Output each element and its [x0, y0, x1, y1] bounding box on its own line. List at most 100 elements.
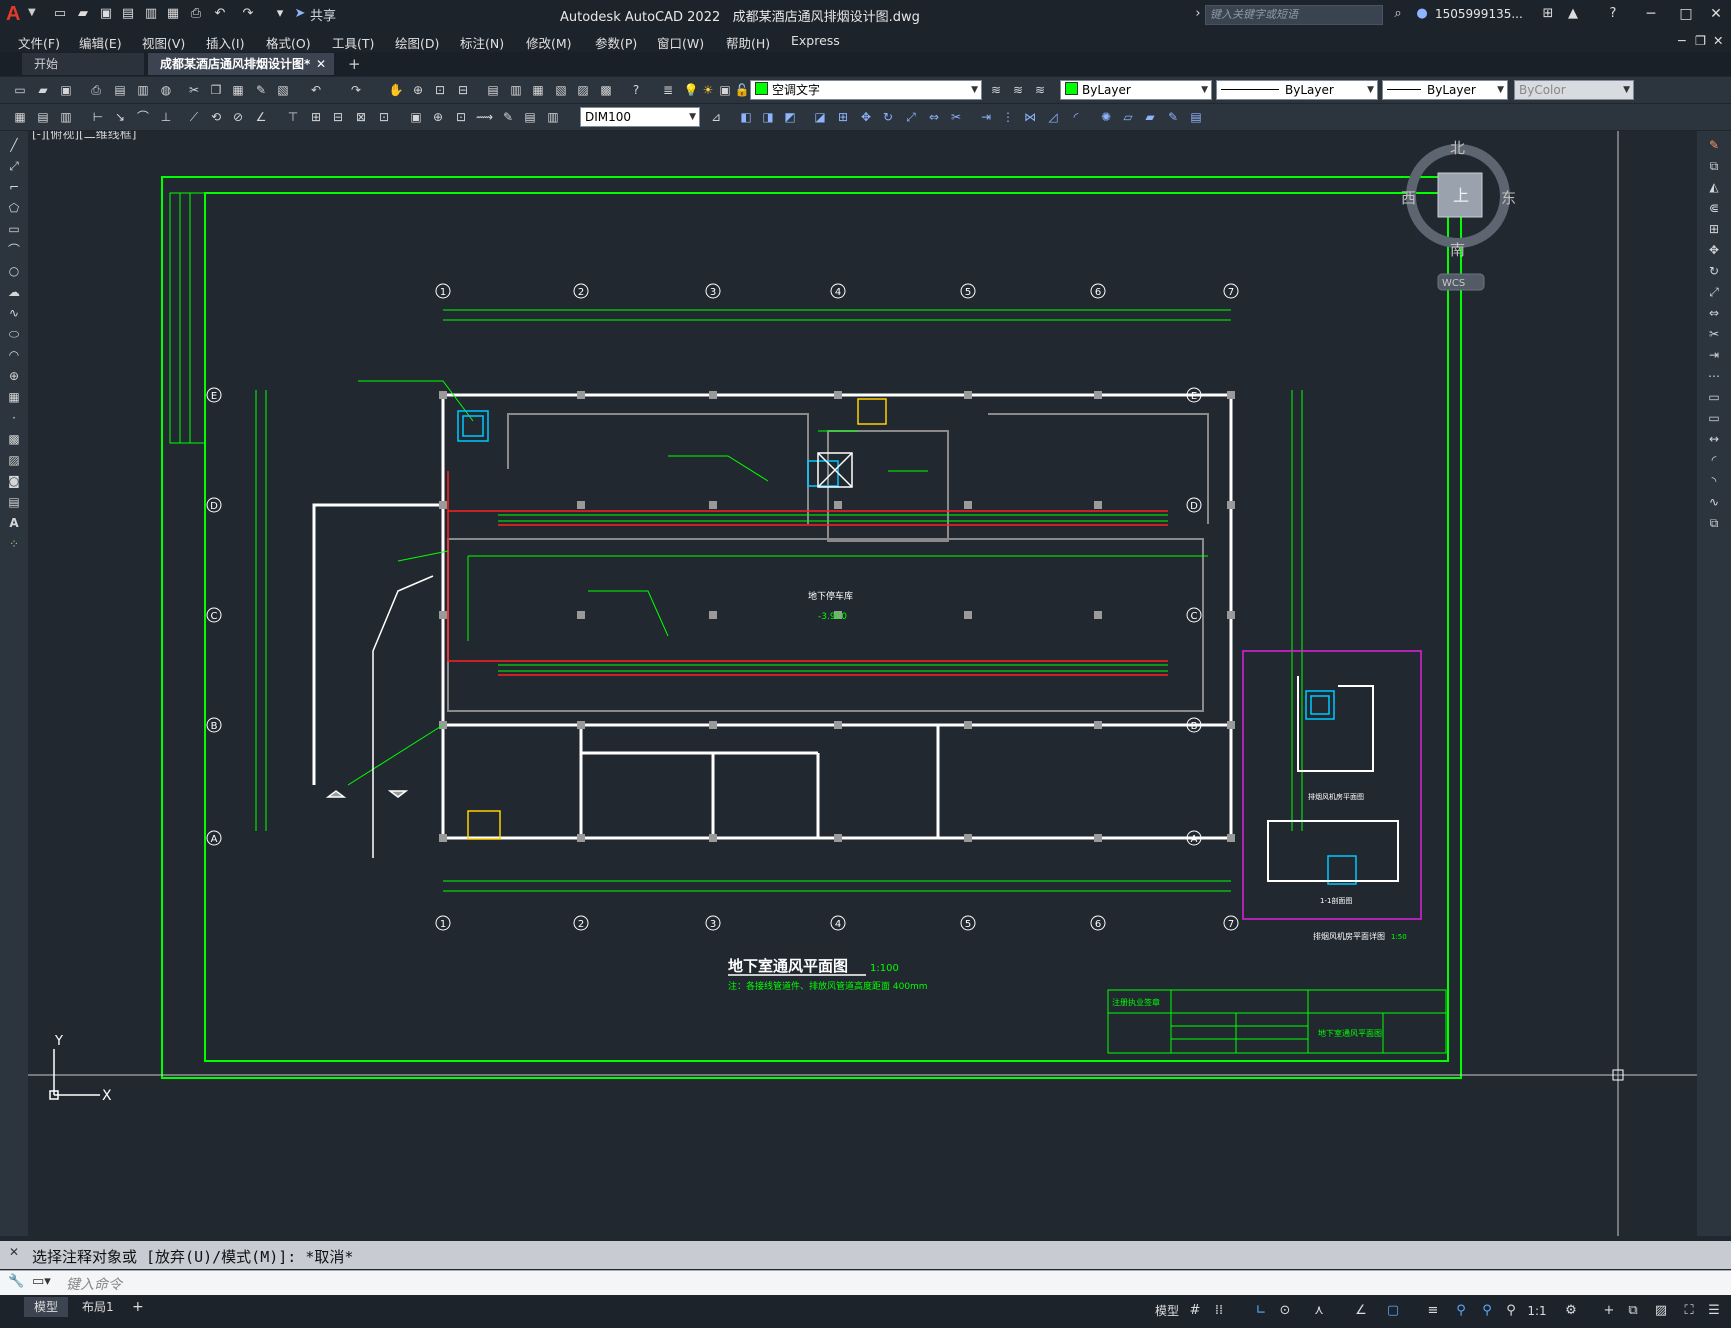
- linear-dim-icon[interactable]: ⊢: [90, 109, 106, 125]
- zoom-previous-icon[interactable]: ⊟: [455, 82, 471, 98]
- osnap-icon[interactable]: ▢: [1384, 1302, 1402, 1320]
- share-button[interactable]: 共享: [310, 5, 336, 24]
- join-icon[interactable]: ▭: [1706, 410, 1722, 426]
- markup-icon[interactable]: ▨: [575, 82, 591, 98]
- viewcube-south[interactable]: 南: [1450, 241, 1465, 259]
- break-at-point-icon[interactable]: ⋯: [1706, 368, 1722, 384]
- spline-edit-icon[interactable]: ∿: [1706, 494, 1722, 510]
- ortho-icon[interactable]: ∟: [1252, 1302, 1270, 1320]
- undo-icon[interactable]: ↶: [212, 6, 228, 22]
- ellipse-arc-icon[interactable]: ◠: [6, 347, 22, 363]
- design-center-icon[interactable]: ▥: [508, 82, 524, 98]
- arc-icon[interactable]: ⌒: [6, 242, 22, 258]
- chamfer-icon[interactable]: ↔: [1706, 431, 1722, 447]
- viewcube[interactable]: 上 北 南 东 西 WCS: [1401, 139, 1516, 291]
- edit-polyline-icon[interactable]: ▱: [1120, 109, 1136, 125]
- user-account[interactable]: 1505999135...: [1435, 7, 1523, 21]
- properties-icon[interactable]: ▤: [485, 82, 501, 98]
- break-icon[interactable]: ▭: [1706, 389, 1722, 405]
- cut-icon[interactable]: ✂: [186, 82, 202, 98]
- osnap-tracking-icon[interactable]: ∠: [1352, 1302, 1370, 1320]
- snap-icon[interactable]: ⁞⁞: [1210, 1302, 1228, 1320]
- help-icon[interactable]: ?: [1605, 6, 1621, 22]
- tool-palettes-icon[interactable]: ▦: [530, 82, 546, 98]
- spline-icon[interactable]: ∿: [6, 305, 22, 321]
- dim-space-icon[interactable]: ⊠: [353, 109, 369, 125]
- polyline-icon[interactable]: ⌐: [6, 179, 22, 195]
- polygon-icon[interactable]: ⬠: [6, 200, 22, 216]
- menu-dimension[interactable]: 标注(N): [460, 33, 504, 52]
- hardware-acceleration-icon[interactable]: ▨: [1652, 1302, 1670, 1320]
- dim-edit-icon[interactable]: ✎: [500, 109, 516, 125]
- viewport-controls[interactable]: [-][俯视][二维线框]: [32, 131, 136, 142]
- circle-icon[interactable]: ○: [6, 263, 22, 279]
- add-layout-button[interactable]: +: [122, 1297, 154, 1317]
- make-block-icon[interactable]: ▦: [6, 389, 22, 405]
- layout-tab-layout1[interactable]: 布局1: [72, 1297, 124, 1317]
- layer-isolate-icon[interactable]: ≋: [1032, 82, 1048, 98]
- dim-text-edit-icon[interactable]: ▤: [522, 109, 538, 125]
- redo-icon[interactable]: ↷: [348, 82, 364, 98]
- blend-icon[interactable]: ◝: [1706, 473, 1722, 489]
- dim-update-icon[interactable]: ▥: [545, 109, 561, 125]
- menu-help[interactable]: 帮助(H): [726, 33, 770, 52]
- scale-icon[interactable]: ⤢: [903, 109, 919, 125]
- command-close-icon[interactable]: ✕: [9, 1245, 19, 1259]
- customization-menu-icon[interactable]: ☰: [1705, 1302, 1723, 1320]
- line-icon[interactable]: ╱: [6, 137, 22, 153]
- maximize-button[interactable]: □: [1675, 4, 1697, 24]
- diameter-dim-icon[interactable]: ⊘: [230, 109, 246, 125]
- mirror-icon[interactable]: ◩: [782, 109, 798, 125]
- layer-previous-icon[interactable]: ≋: [1010, 82, 1026, 98]
- menu-draw[interactable]: 绘图(D): [395, 33, 439, 52]
- search-input[interactable]: 键入关键字或短语: [1205, 5, 1383, 25]
- copy-object-icon[interactable]: ◨: [760, 109, 776, 125]
- multileader-style-icon[interactable]: ▥: [58, 109, 74, 125]
- lineweight-icon[interactable]: ≡: [1424, 1302, 1442, 1320]
- jogged-dim-icon[interactable]: ⟲: [208, 109, 224, 125]
- print-icon[interactable]: ⎙: [88, 82, 104, 98]
- auto-scale-icon[interactable]: ⚲: [1478, 1302, 1496, 1320]
- baseline-dim-icon[interactable]: ⊞: [308, 109, 324, 125]
- drawing-canvas[interactable]: 11223344556677EEDDCCBBAA 地下室通风平面图 1:100 …: [28, 131, 1697, 1236]
- autodesk-app-icon[interactable]: ▲: [1565, 6, 1581, 22]
- fillet-icon[interactable]: ◜: [1706, 452, 1722, 468]
- autocad-logo[interactable]: A: [6, 3, 28, 25]
- ordinate-dim-icon[interactable]: ⊥: [158, 109, 174, 125]
- make-current-icon[interactable]: ≋: [988, 82, 1004, 98]
- plot-icon[interactable]: ⎙: [188, 6, 204, 22]
- redo-icon[interactable]: ↷: [240, 6, 256, 22]
- save-icon[interactable]: ▣: [58, 82, 74, 98]
- dim-style-manager-icon[interactable]: ⊿: [708, 109, 724, 125]
- menu-modify[interactable]: 修改(M): [526, 33, 572, 52]
- close-button[interactable]: ✕: [1705, 4, 1727, 24]
- revision-cloud-icon[interactable]: ☁: [6, 284, 22, 300]
- doc-minimize-icon[interactable]: ─: [1678, 33, 1686, 48]
- zoom-realtime-icon[interactable]: ⊕: [410, 82, 426, 98]
- annotation-visibility-icon[interactable]: ⚲: [1452, 1302, 1470, 1320]
- menu-file[interactable]: 文件(F): [18, 33, 60, 52]
- annotation-scale-icon[interactable]: ⚲: [1502, 1302, 1520, 1320]
- erase-icon[interactable]: ◧: [738, 109, 754, 125]
- add-icon[interactable]: +: [1600, 1302, 1618, 1320]
- layer-on-icon[interactable]: 💡: [683, 82, 699, 98]
- construction-line-icon[interactable]: ⤢: [6, 158, 22, 174]
- stretch-icon[interactable]: ⇔: [926, 109, 942, 125]
- open-icon[interactable]: ▰: [35, 82, 51, 98]
- scale-icon[interactable]: ⤢: [1706, 284, 1722, 300]
- 3d-print-icon[interactable]: ◍: [158, 82, 174, 98]
- copy-icon[interactable]: ⧉: [1706, 158, 1722, 174]
- move-icon[interactable]: ✥: [858, 109, 874, 125]
- fillet-icon[interactable]: ◜: [1068, 109, 1084, 125]
- match-properties-icon[interactable]: ✎: [253, 82, 269, 98]
- rotate-icon[interactable]: ↻: [880, 109, 896, 125]
- rotate-icon[interactable]: ↻: [1706, 263, 1722, 279]
- recent-commands-icon[interactable]: ▭▾: [32, 1274, 51, 1289]
- trim-icon[interactable]: ✂: [1706, 326, 1722, 342]
- layer-select[interactable]: 空调文字 ▼: [750, 80, 982, 100]
- doc-close-icon[interactable]: ✕: [1713, 33, 1723, 48]
- tab-active-drawing[interactable]: 成都某酒店通风排烟设计图* ✕: [148, 53, 334, 75]
- doc-restore-icon[interactable]: ❐: [1695, 33, 1706, 48]
- hatch-icon[interactable]: ▩: [6, 431, 22, 447]
- break-icon[interactable]: ⋮: [1000, 109, 1016, 125]
